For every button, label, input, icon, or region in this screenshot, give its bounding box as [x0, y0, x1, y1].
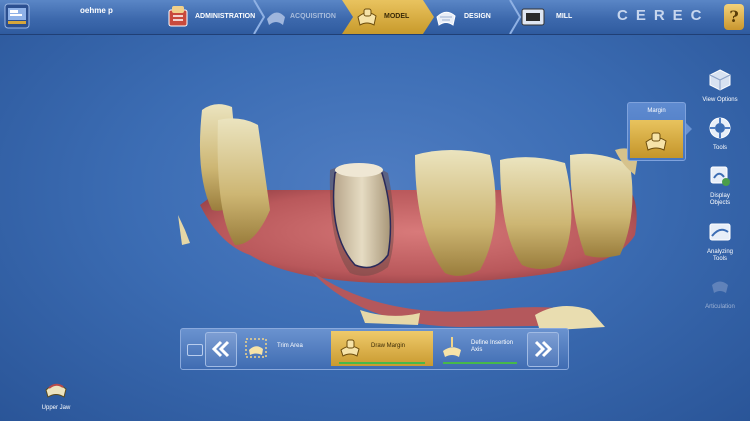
workflow-toggle-button[interactable] — [187, 344, 203, 356]
upper-jaw-icon — [45, 383, 67, 398]
draw-margin-label: Draw Margin — [371, 343, 406, 349]
double-chevron-right-icon — [534, 340, 553, 358]
top-bar: oehme p ADMINISTRATION ACQUISITION MODEL… — [0, 0, 750, 35]
patient-name: oehme p — [80, 6, 113, 15]
trim-area-icon — [245, 338, 267, 358]
display-objects-label: Display Objects — [709, 193, 731, 206]
panel-pointer — [686, 123, 692, 135]
articulation-icon — [712, 281, 728, 293]
step-trim-area[interactable]: Trim Area — [239, 331, 329, 366]
step-define-insertion-axis[interactable]: Define Insertion Axis — [435, 331, 525, 366]
insertion-axis-progress — [443, 362, 517, 364]
phase-model-label: MODEL — [384, 13, 410, 20]
margin-tool-tile[interactable] — [630, 120, 683, 158]
double-chevron-left-icon — [211, 340, 230, 358]
trim-area-label: Trim Area — [277, 343, 303, 349]
upper-jaw-label: Upper Jaw — [41, 405, 71, 411]
lifebuoy-icon — [709, 117, 731, 139]
phase-acquisition[interactable]: ACQUISITION — [262, 0, 347, 34]
draw-margin-icon — [340, 339, 360, 357]
acquisition-icon — [267, 12, 285, 25]
phase-mill-label: MILL — [556, 13, 573, 20]
app-menu-icon[interactable] — [4, 3, 30, 29]
mill-icon — [521, 8, 545, 26]
articulation-button: Articulation — [700, 275, 740, 311]
phase-administration[interactable]: ADMINISTRATION — [165, 0, 257, 34]
tools-label: Tools — [712, 145, 727, 151]
articulation-label: Articulation — [705, 304, 735, 310]
step-draw-margin[interactable]: Draw Margin — [331, 331, 433, 366]
margin-panel-title: Margin — [647, 108, 666, 114]
phase-administration-label: ADMINISTRATION — [195, 13, 256, 20]
define-insertion-axis-label: Define Insertion Axis — [471, 340, 514, 353]
view-options-button[interactable]: View Options — [700, 68, 740, 104]
draw-margin-progress — [339, 362, 425, 364]
help-button[interactable]: ? — [724, 4, 744, 30]
phase-acquisition-label: ACQUISITION — [290, 13, 336, 20]
help-icon: ? — [729, 7, 739, 26]
next-step-button[interactable] — [527, 332, 559, 367]
analyzing-tools-icon — [709, 223, 731, 241]
insertion-axis-icon — [443, 337, 461, 357]
phase-design-label: DESIGN — [464, 13, 491, 20]
margin-panel[interactable]: Margin — [627, 102, 692, 161]
previous-step-button[interactable] — [205, 332, 237, 367]
display-objects-icon — [710, 166, 730, 186]
display-objects-button[interactable]: Display Objects — [700, 164, 740, 207]
administration-icon — [168, 6, 188, 27]
jaw-selector[interactable]: Upper Jaw — [36, 376, 76, 411]
phase-model[interactable]: MODEL — [342, 0, 434, 34]
dental-model-3d[interactable] — [160, 95, 650, 335]
margin-tool-icon — [645, 132, 667, 151]
view-options-label: View Options — [702, 97, 738, 103]
analyzing-tools-label: Analyzing Tools — [706, 249, 733, 262]
phase-mill[interactable]: MILL — [518, 0, 588, 34]
analyzing-tools-button[interactable]: Analyzing Tools — [700, 220, 740, 263]
phase-design[interactable]: DESIGN — [430, 0, 518, 34]
tools-button[interactable]: Tools — [700, 116, 740, 152]
model-icon — [357, 8, 377, 26]
design-icon — [436, 11, 456, 26]
brand-logo: CEREC — [617, 7, 710, 24]
cube-icon — [709, 69, 731, 91]
workflow-bar: Trim Area Draw Margin Define Insertion A… — [180, 328, 569, 370]
